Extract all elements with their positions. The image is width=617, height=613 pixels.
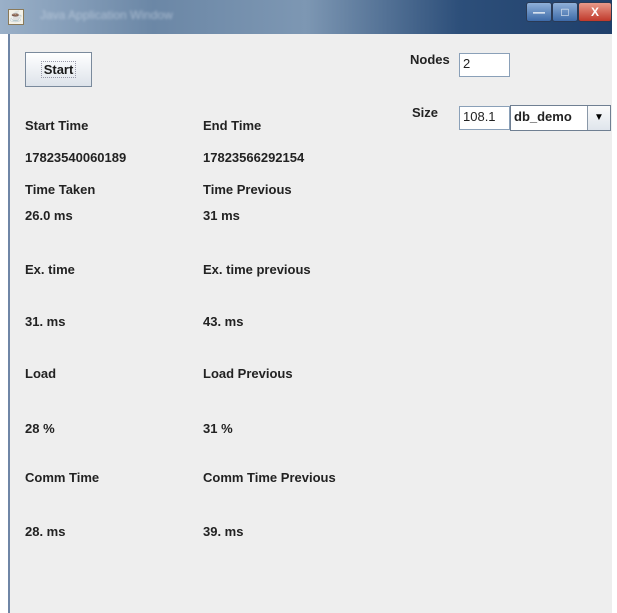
load-value: 28 %: [25, 421, 55, 436]
ex-time-previous-value: 43. ms: [203, 314, 244, 329]
start-button-label: Start: [40, 61, 77, 78]
minimize-button[interactable]: —: [526, 2, 552, 22]
start-time-value: 17823540060189: [25, 150, 127, 165]
nodes-label: Nodes: [410, 52, 450, 67]
start-button[interactable]: Start: [25, 52, 92, 87]
time-previous-label: Time Previous: [203, 182, 292, 197]
content-panel: Start Nodes 2 Size 108.1 db_demo ▼ Start…: [8, 34, 612, 613]
maximize-button[interactable]: □: [552, 2, 578, 22]
end-time-label: End Time: [203, 118, 262, 133]
load-previous-value: 31 %: [203, 421, 233, 436]
ex-time-value: 31. ms: [25, 314, 66, 329]
app-window: ☕ Java Application Window — □ X Start No…: [0, 0, 612, 613]
ex-time-previous-label: Ex. time previous: [203, 262, 311, 277]
title-bar[interactable]: ☕ Java Application Window — □ X: [0, 0, 612, 34]
comm-time-previous-value: 39. ms: [203, 524, 244, 539]
comm-time-previous-label: Comm Time Previous: [203, 470, 336, 485]
close-button[interactable]: X: [578, 2, 612, 22]
comm-time-value: 28. ms: [25, 524, 66, 539]
chevron-down-icon[interactable]: ▼: [587, 106, 610, 130]
ex-time-label: Ex. time: [25, 262, 75, 277]
nodes-field[interactable]: 2: [459, 53, 510, 77]
java-icon[interactable]: ☕: [8, 9, 24, 25]
window-title: Java Application Window: [40, 8, 173, 22]
time-taken-value: 26.0 ms: [25, 208, 73, 223]
size-field[interactable]: 108.1: [459, 106, 510, 130]
time-taken-label: Time Taken: [25, 182, 96, 197]
load-label: Load: [25, 366, 57, 381]
time-previous-value: 31 ms: [203, 208, 240, 223]
load-previous-label: Load Previous: [203, 366, 293, 381]
end-time-value: 17823566292154: [203, 150, 305, 165]
comm-time-label: Comm Time: [25, 470, 100, 485]
size-label: Size: [412, 105, 439, 120]
db-select[interactable]: db_demo ▼: [510, 105, 611, 131]
db-select-value: db_demo: [514, 109, 572, 124]
start-time-label: Start Time: [25, 118, 89, 133]
